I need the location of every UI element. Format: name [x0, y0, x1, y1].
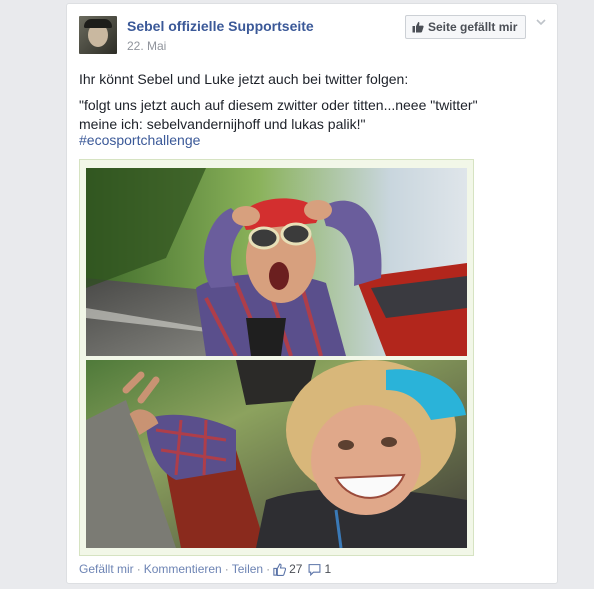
- separator: ·: [136, 562, 141, 576]
- photo-top-image: [86, 168, 467, 356]
- like-page-label: Seite gefällt mir: [428, 20, 518, 34]
- photo-top[interactable]: [86, 168, 467, 356]
- post-card: Sebel offizielle Supportseite 22. Mai Se…: [66, 3, 558, 584]
- post-actions: Gefällt mir · Kommentieren · Teilen · 27…: [79, 562, 331, 576]
- hashtag-link[interactable]: #ecosportchallenge: [79, 132, 200, 148]
- separator: ·: [266, 562, 271, 576]
- post-text-line2: "folgt uns jetzt auch auf diesem zwitter…: [79, 97, 478, 113]
- comment-bubble-icon[interactable]: [308, 563, 321, 576]
- post-text-quote: "folgt uns jetzt auch auf diesem zwitter…: [79, 96, 478, 134]
- page-avatar[interactable]: [79, 16, 117, 54]
- comment-count[interactable]: 1: [324, 562, 331, 576]
- post-text-line1: Ihr könnt Sebel und Luke jetzt auch bei …: [79, 71, 409, 87]
- like-link[interactable]: Gefällt mir: [79, 562, 134, 576]
- photo-bottom[interactable]: [86, 360, 467, 548]
- share-link[interactable]: Teilen: [232, 562, 263, 576]
- like-count[interactable]: 27: [289, 562, 302, 576]
- post-date[interactable]: 22. Mai: [127, 39, 166, 53]
- page-name-link[interactable]: Sebel offizielle Supportseite: [127, 18, 314, 34]
- photo-collage: [79, 159, 474, 556]
- thumbs-up-icon[interactable]: [273, 563, 287, 576]
- thumbs-up-icon: [412, 22, 424, 33]
- chevron-down-icon[interactable]: [535, 16, 547, 28]
- separator: ·: [224, 562, 229, 576]
- comment-link[interactable]: Kommentieren: [144, 562, 222, 576]
- avatar-hat: [84, 19, 112, 28]
- like-page-button[interactable]: Seite gefällt mir: [405, 15, 527, 39]
- photo-bottom-image: [86, 360, 467, 548]
